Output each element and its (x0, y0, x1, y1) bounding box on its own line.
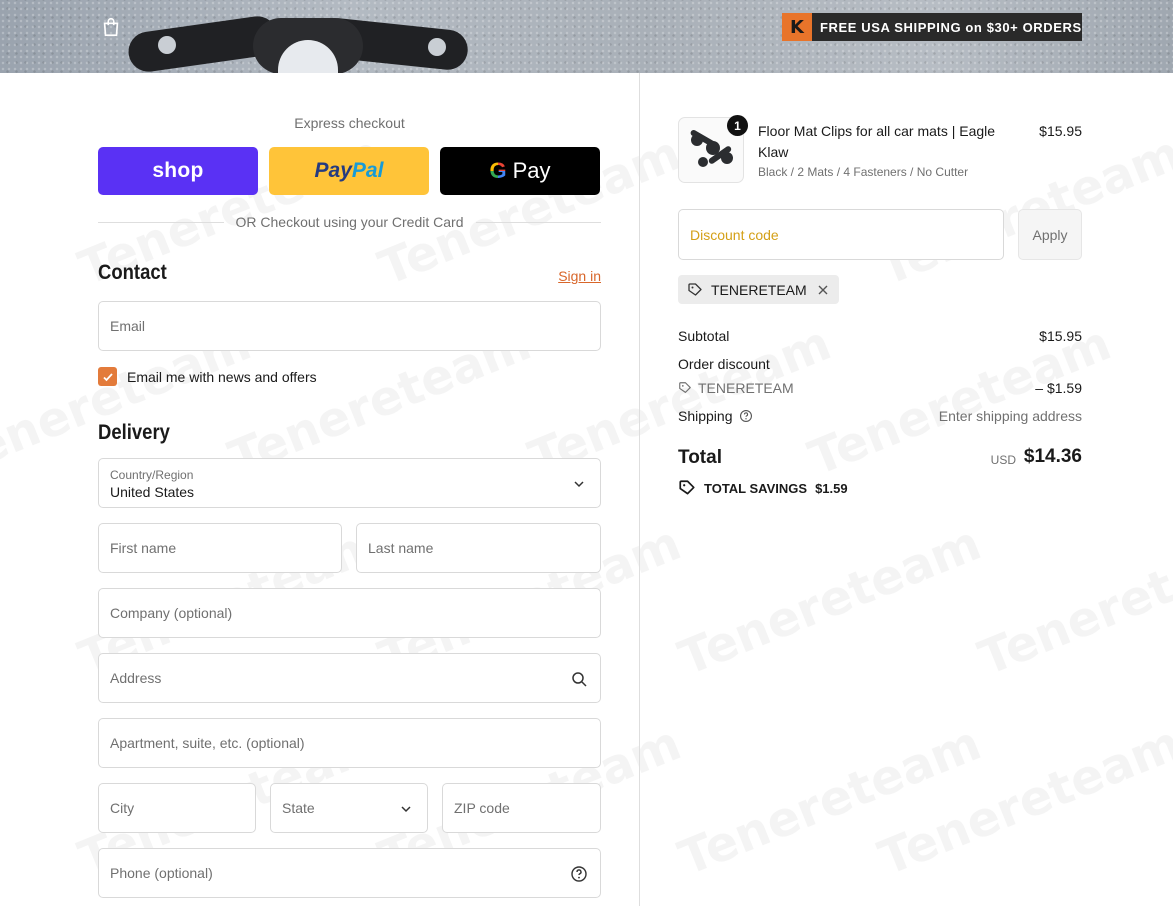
last-name-placeholder: Last name (368, 540, 434, 556)
header-banner: K FREE USA SHIPPING on $30+ ORDERS (0, 0, 1173, 73)
subtotal-value: $15.95 (1039, 328, 1082, 344)
close-icon[interactable] (815, 282, 831, 298)
first-name-field[interactable]: First name (98, 523, 342, 573)
product-title: Floor Mat Clips for all car mats | Eagle… (758, 123, 996, 160)
country-value: United States (110, 484, 195, 500)
phone-field[interactable]: Phone (optional) (98, 848, 601, 898)
apply-discount-button[interactable]: Apply (1018, 209, 1082, 260)
express-checkout-label: Express checkout (294, 115, 405, 131)
brand-logo: K (782, 13, 812, 41)
tag-icon (679, 382, 691, 393)
promo-text: FREE USA SHIPPING on $30+ ORDERS (820, 19, 1082, 35)
applied-code: TENERETEAM (711, 281, 807, 298)
savings-value: $1.59 (815, 480, 848, 496)
product-variant: Black / 2 Mats / 4 Fasteners / No Cutter (758, 165, 969, 179)
banner-product-image (125, 10, 488, 73)
newsletter-option[interactable]: Email me with news and offers (98, 367, 317, 386)
first-name-placeholder: First name (110, 540, 177, 556)
free-shipping-banner: K FREE USA SHIPPING on $30+ ORDERS (782, 13, 1082, 41)
company-placeholder: Company (optional) (110, 605, 233, 621)
phone-placeholder: Phone (optional) (110, 865, 213, 881)
discount-placeholder: Discount code (690, 227, 779, 243)
order-discount-row: Order discount (678, 356, 1082, 372)
address-field[interactable]: Address (98, 653, 601, 703)
city-field[interactable]: City (98, 783, 256, 833)
quantity-badge: 1 (727, 115, 748, 136)
total-savings: TOTAL SAVINGS $1.59 (678, 479, 848, 497)
product-price: $15.95 (1039, 123, 1082, 139)
paypal-label-pal: Pal (351, 159, 384, 182)
help-icon[interactable] (739, 409, 753, 423)
tag-icon (688, 282, 702, 296)
shipping-value: Enter shipping address (938, 408, 1082, 424)
newsletter-checkbox[interactable] (98, 367, 117, 386)
savings-label: TOTAL SAVINGS (704, 480, 808, 496)
zip-field[interactable]: ZIP code (442, 783, 601, 833)
state-select[interactable]: State (270, 783, 428, 833)
apartment-placeholder: Apartment, suite, etc. (optional) (110, 735, 305, 751)
paypal-label-pay: Pay (314, 159, 352, 182)
chevron-down-icon (574, 481, 584, 488)
search-icon[interactable] (570, 670, 588, 688)
shipping-row: Shipping Enter shipping address (678, 408, 1082, 424)
or-text: OR Checkout using your Credit Card (235, 214, 464, 230)
shop-pay-button[interactable]: shop (98, 147, 258, 195)
company-field[interactable]: Company (optional) (98, 588, 601, 638)
contact-title: Contact (98, 261, 167, 284)
country-label: Country/Region (110, 468, 194, 482)
total-currency: USD (990, 453, 1016, 467)
column-divider (639, 73, 640, 906)
help-icon[interactable] (570, 865, 588, 883)
discount-value: – $1.59 (1035, 380, 1082, 396)
subtotal-row: Subtotal $15.95 (678, 328, 1082, 344)
savings-tag-icon (679, 480, 695, 495)
shop-pay-label: shop (152, 159, 204, 182)
state-placeholder: State (282, 800, 315, 816)
newsletter-label: Email me with news and offers (127, 368, 317, 385)
shipping-label: Shipping (678, 408, 733, 424)
discount-code-row: TENERETEAM – $1.59 (678, 380, 1082, 398)
total-value: $14.36 (1023, 446, 1082, 467)
order-discount-label: Order discount (678, 356, 770, 372)
chevron-down-icon (401, 806, 411, 813)
subtotal-label: Subtotal (678, 328, 730, 344)
paypal-button[interactable]: Pay Pal (269, 147, 429, 195)
discount-code-label: TENERETEAM (698, 380, 794, 396)
delivery-title: Delivery (98, 421, 170, 444)
applied-discount-chip: TENERETEAM (678, 275, 839, 304)
address-placeholder: Address (110, 670, 162, 686)
discount-code-field[interactable]: Discount code (678, 209, 1004, 260)
apartment-field[interactable]: Apartment, suite, etc. (optional) (98, 718, 601, 768)
shopping-bag-icon[interactable] (100, 16, 122, 38)
google-pay-label: Pay (512, 158, 551, 183)
google-pay-button[interactable]: G Pay (440, 147, 600, 195)
city-placeholder: City (110, 800, 135, 816)
zip-placeholder: ZIP code (454, 800, 510, 816)
sign-in-link[interactable]: Sign in (558, 268, 601, 284)
last-name-field[interactable]: Last name (356, 523, 601, 573)
email-placeholder: Email (110, 318, 146, 334)
total-label: Total (678, 447, 722, 468)
checkmark-icon (102, 372, 113, 381)
or-divider: OR Checkout using your Credit Card (98, 214, 601, 230)
google-g-icon: G (489, 158, 507, 183)
country-select[interactable]: Country/Region United States (98, 458, 601, 508)
email-field[interactable]: Email (98, 301, 601, 351)
